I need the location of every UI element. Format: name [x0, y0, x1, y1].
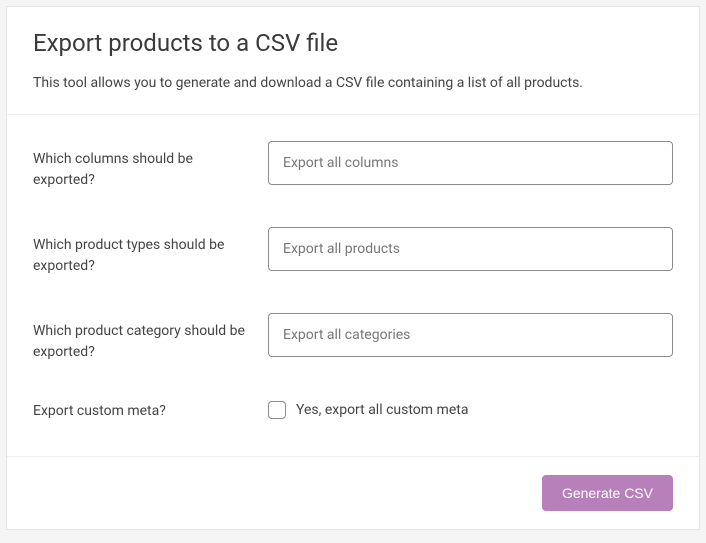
- columns-label: Which columns should be exported?: [33, 141, 268, 191]
- page-description: This tool allows you to generate and dow…: [33, 73, 673, 94]
- category-select[interactable]: Export all categories: [268, 313, 673, 357]
- columns-select[interactable]: Export all columns: [268, 141, 673, 185]
- generate-csv-button[interactable]: Generate CSV: [542, 475, 673, 511]
- types-select-placeholder: Export all products: [283, 241, 400, 257]
- export-panel: Export products to a CSV file This tool …: [6, 6, 700, 530]
- form-row-meta: Export custom meta? Yes, export all cust…: [33, 381, 673, 440]
- form-row-types: Which product types should be exported? …: [33, 209, 673, 295]
- panel-footer: Generate CSV: [7, 456, 699, 529]
- category-select-placeholder: Export all categories: [283, 327, 410, 343]
- category-label: Which product category should be exporte…: [33, 313, 268, 363]
- types-label: Which product types should be exported?: [33, 227, 268, 277]
- types-select[interactable]: Export all products: [268, 227, 673, 271]
- panel-header: Export products to a CSV file This tool …: [7, 7, 699, 114]
- form-row-category: Which product category should be exporte…: [33, 295, 673, 381]
- page-title: Export products to a CSV file: [33, 29, 673, 57]
- form-row-columns: Which columns should be exported? Export…: [33, 123, 673, 209]
- meta-checkbox-label: Yes, export all custom meta: [296, 402, 468, 418]
- meta-checkbox-row: Yes, export all custom meta: [268, 399, 673, 419]
- meta-label: Export custom meta?: [33, 399, 268, 422]
- meta-checkbox[interactable]: [268, 401, 286, 419]
- columns-select-placeholder: Export all columns: [283, 155, 398, 171]
- form-section: Which columns should be exported? Export…: [7, 114, 699, 456]
